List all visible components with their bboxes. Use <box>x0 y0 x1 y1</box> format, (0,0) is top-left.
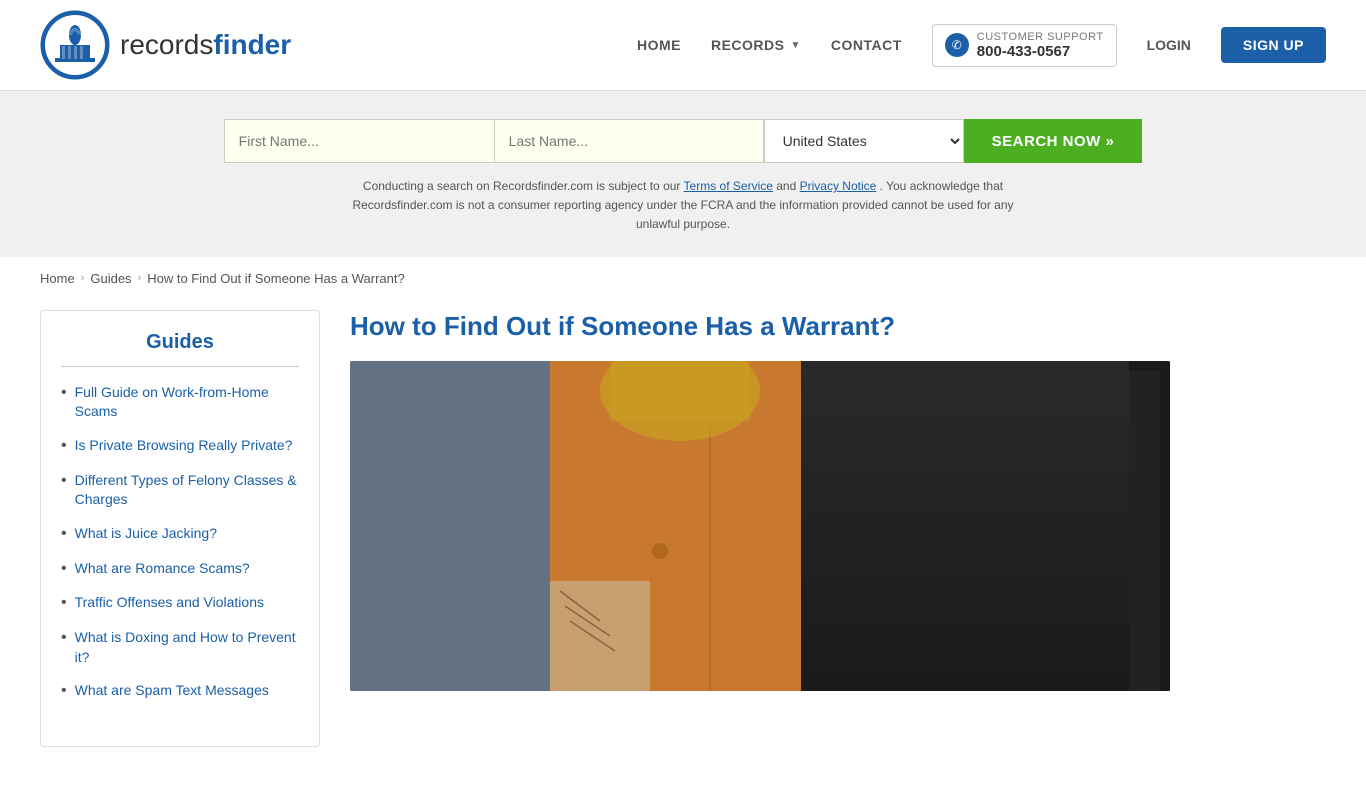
sidebar-link[interactable]: Traffic Offenses and Violations <box>75 593 264 613</box>
support-info: CUSTOMER SUPPORT 800-433-0567 <box>977 31 1104 60</box>
nav-contact[interactable]: CONTACT <box>831 37 902 53</box>
sidebar-list: • Full Guide on Work-from-Home Scams • I… <box>61 383 299 703</box>
list-item: • Is Private Browsing Really Private? <box>61 436 299 457</box>
article: How to Find Out if Someone Has a Warrant… <box>350 300 1240 748</box>
bullet-icon: • <box>61 471 67 492</box>
bullet-icon: • <box>61 383 67 404</box>
bullet-icon: • <box>61 524 67 545</box>
breadcrumb-current: How to Find Out if Someone Has a Warrant… <box>147 271 404 286</box>
main-content: Guides • Full Guide on Work-from-Home Sc… <box>0 300 1280 787</box>
logo[interactable]: recordsfinder <box>40 10 291 80</box>
privacy-link[interactable]: Privacy Notice <box>800 179 877 193</box>
list-item: • Traffic Offenses and Violations <box>61 593 299 614</box>
breadcrumb-sep-1: › <box>81 272 85 284</box>
main-nav: HOME RECORDS ▼ CONTACT ✆ CUSTOMER SUPPOR… <box>637 24 1326 67</box>
bullet-icon: • <box>61 628 67 649</box>
sidebar-link[interactable]: What are Romance Scams? <box>75 559 250 579</box>
sidebar-link[interactable]: Different Types of Felony Classes & Char… <box>75 471 299 510</box>
last-name-input[interactable] <box>494 119 764 163</box>
list-item: • What are Romance Scams? <box>61 559 299 580</box>
sidebar-link[interactable]: Is Private Browsing Really Private? <box>75 436 293 456</box>
bullet-icon: • <box>61 436 67 457</box>
chevron-down-icon: ▼ <box>790 40 800 51</box>
article-title: How to Find Out if Someone Has a Warrant… <box>350 310 1240 344</box>
login-button[interactable]: LOGIN <box>1147 37 1191 53</box>
logo-icon <box>40 10 110 80</box>
nav-home[interactable]: HOME <box>637 37 681 53</box>
sidebar-link[interactable]: What are Spam Text Messages <box>75 681 269 701</box>
country-select[interactable]: United States <box>764 119 964 163</box>
search-disclaimer: Conducting a search on Recordsfinder.com… <box>333 177 1033 235</box>
bullet-icon: • <box>61 681 67 702</box>
article-illustration <box>350 361 1170 691</box>
signup-button[interactable]: SIGN UP <box>1221 27 1326 63</box>
list-item: • Different Types of Felony Classes & Ch… <box>61 471 299 510</box>
search-bar: United States SEARCH NOW » <box>20 119 1346 163</box>
list-item: • What is Juice Jacking? <box>61 524 299 545</box>
sidebar-link[interactable]: Full Guide on Work-from-Home Scams <box>75 383 299 422</box>
sidebar-title: Guides <box>61 331 299 367</box>
bullet-icon: • <box>61 593 67 614</box>
breadcrumb-guides[interactable]: Guides <box>90 271 131 286</box>
bullet-icon: • <box>61 559 67 580</box>
headphone-icon: ✆ <box>945 33 969 57</box>
sidebar-link[interactable]: What is Juice Jacking? <box>75 524 217 544</box>
search-button[interactable]: SEARCH NOW » <box>964 119 1143 163</box>
sidebar-link[interactable]: What is Doxing and How to Prevent it? <box>75 628 299 667</box>
breadcrumb-sep-2: › <box>138 272 142 284</box>
search-section: United States SEARCH NOW » Conducting a … <box>0 91 1366 257</box>
logo-wordmark: recordsfinder <box>120 29 291 61</box>
breadcrumb-home[interactable]: Home <box>40 271 75 286</box>
nav-records[interactable]: RECORDS ▼ <box>711 37 801 53</box>
site-header: recordsfinder HOME RECORDS ▼ CONTACT ✆ C… <box>0 0 1366 91</box>
tos-link[interactable]: Terms of Service <box>684 179 773 193</box>
list-item: • What is Doxing and How to Prevent it? <box>61 628 299 667</box>
list-item: • Full Guide on Work-from-Home Scams <box>61 383 299 422</box>
breadcrumb: Home › Guides › How to Find Out if Someo… <box>0 257 1366 300</box>
sidebar: Guides • Full Guide on Work-from-Home Sc… <box>40 310 320 748</box>
first-name-input[interactable] <box>224 119 494 163</box>
article-image <box>350 361 1170 691</box>
list-item: • What are Spam Text Messages <box>61 681 299 702</box>
customer-support: ✆ CUSTOMER SUPPORT 800-433-0567 <box>932 24 1117 67</box>
